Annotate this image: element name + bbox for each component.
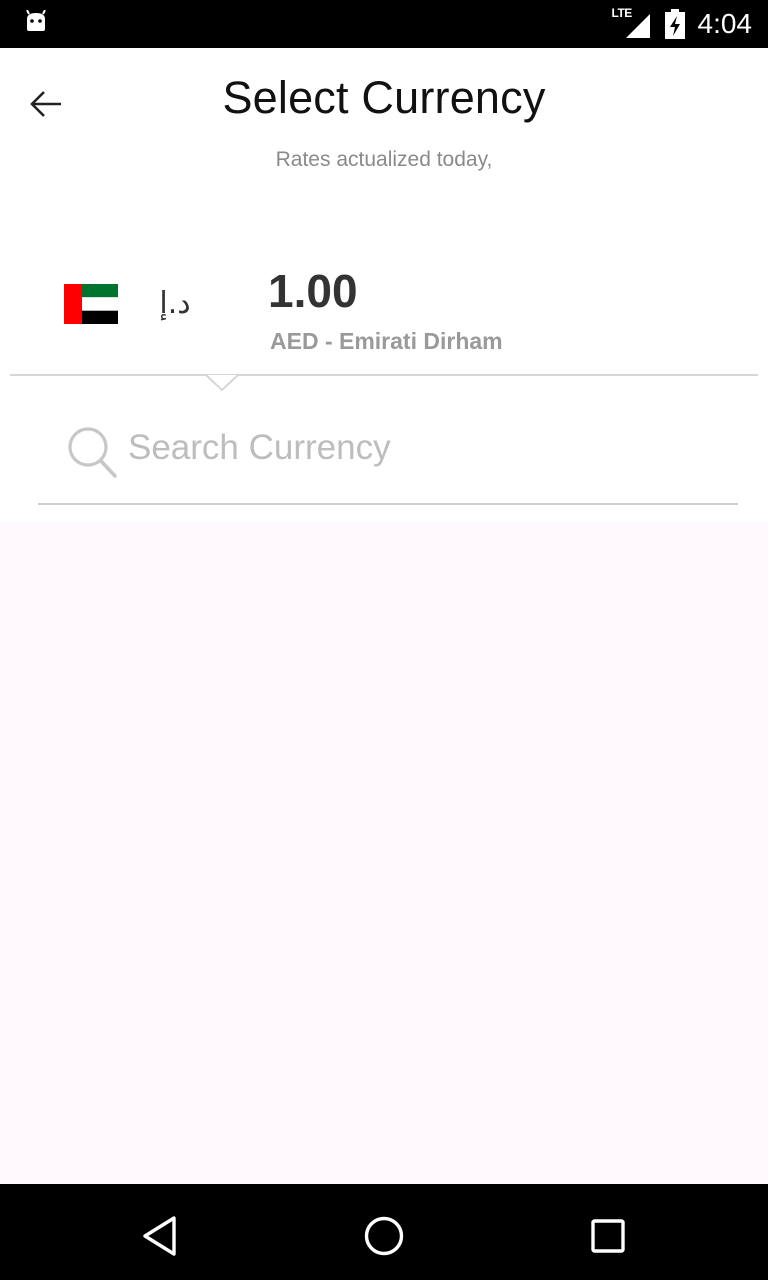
search-icon xyxy=(68,427,117,478)
network-type-label: LTE xyxy=(611,6,633,20)
currency-amount: 1.00 xyxy=(268,265,358,317)
search-underline xyxy=(38,503,738,505)
currency-results-list[interactable] xyxy=(0,522,768,1184)
divider xyxy=(10,374,758,376)
battery-charging-icon xyxy=(664,9,685,39)
uae-flag-icon xyxy=(64,284,118,324)
nav-home-icon xyxy=(364,1216,404,1256)
currency-symbol: د.إ xyxy=(159,286,191,321)
status-time: 4:04 xyxy=(697,8,753,39)
search-bar[interactable] xyxy=(38,405,738,505)
nav-recents-icon xyxy=(591,1219,625,1253)
header: Select Currency Rates actualized today, xyxy=(0,48,768,198)
status-bar: LTE 4:04 xyxy=(0,0,768,48)
search-input[interactable] xyxy=(128,423,708,473)
android-notification-icon xyxy=(26,10,46,31)
page-title: Select Currency xyxy=(222,72,546,123)
nav-back-icon xyxy=(143,1216,176,1256)
selected-currency[interactable]: د.إ 1.00 AED - Emirati Dirham xyxy=(0,250,768,374)
nav-back-button[interactable] xyxy=(136,1212,184,1260)
rates-subtitle: Rates actualized today, xyxy=(275,148,493,171)
lte-signal-icon: LTE xyxy=(612,6,652,40)
currency-name: AED - Emirati Dirham xyxy=(270,328,503,354)
pointer-notch xyxy=(206,374,238,392)
navigation-bar xyxy=(0,1184,768,1280)
nav-recents-button[interactable] xyxy=(584,1212,632,1260)
nav-home-button[interactable] xyxy=(360,1212,408,1260)
